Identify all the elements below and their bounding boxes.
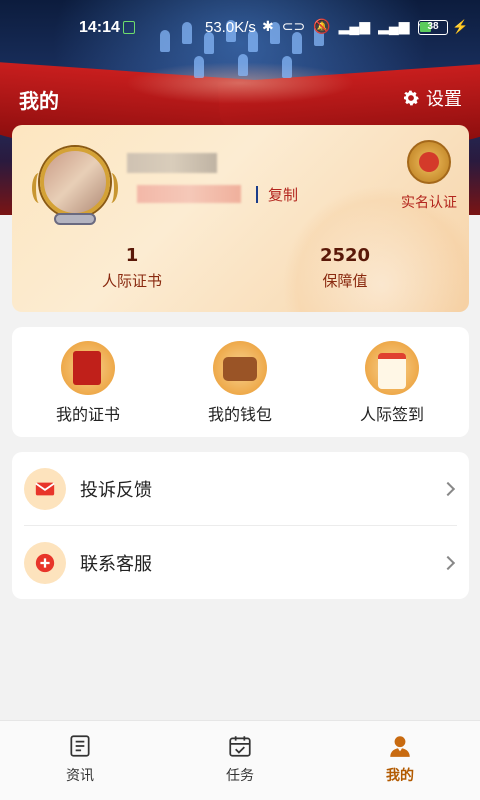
tab-label: 任务 xyxy=(226,768,254,784)
profile-icon xyxy=(390,736,410,757)
avatar[interactable] xyxy=(32,143,118,225)
verify-badge-icon xyxy=(407,140,451,184)
shortcut-label: 人际签到 xyxy=(359,405,424,424)
my-wallet-button[interactable]: 我的钱包 xyxy=(180,341,300,425)
calendar-checkin-icon xyxy=(365,341,419,395)
stat-guarantee[interactable]: 2520 保障值 xyxy=(280,245,410,291)
profile-card: 复制 实名认证 1 人际证书 2520 保障值 xyxy=(12,125,469,312)
wallet-icon xyxy=(213,341,267,395)
menu-item-contact-support[interactable]: 联系客服 xyxy=(12,526,469,599)
battery-icon: 38 xyxy=(418,20,448,35)
tab-label: 我的 xyxy=(386,768,414,784)
tab-tasks[interactable]: 任务 xyxy=(190,733,290,785)
task-calendar-icon xyxy=(229,736,251,757)
sim-icon xyxy=(123,21,135,34)
gear-icon xyxy=(404,90,419,106)
tab-news[interactable]: 资讯 xyxy=(30,733,130,785)
username-redacted xyxy=(127,153,217,173)
menu-item-feedback[interactable]: 投诉反馈 xyxy=(12,452,469,525)
shortcut-label: 我的证书 xyxy=(55,405,120,424)
mute-icon: 🔕 xyxy=(313,18,331,34)
bluetooth-icon: ✱ xyxy=(262,18,274,34)
plus-circle-icon xyxy=(24,541,66,584)
signal-2-icon: ▂▄▆ xyxy=(378,18,410,34)
signal-icon: ▂▄▆ xyxy=(338,18,371,34)
settings-label: 设置 xyxy=(426,89,462,110)
status-bar: 14:14 53.0K/s ✱ ⊂⊃ 🔕 ▂▄▆ ▂▄▆ ◠ 38 ⚡ xyxy=(0,0,480,56)
status-time: 14:14 xyxy=(79,19,120,36)
avatar-image xyxy=(40,147,110,217)
chevron-right-icon xyxy=(440,481,456,496)
checkin-button[interactable]: 人际签到 xyxy=(332,341,452,425)
toggle-icon: ⊂⊃ xyxy=(281,18,306,34)
user-id-redacted xyxy=(137,185,241,203)
settings-button[interactable]: 设置 xyxy=(401,85,462,111)
certificate-icon xyxy=(61,341,115,395)
bottom-nav: 资讯 任务 我的 xyxy=(0,720,480,800)
battery-level: 38 xyxy=(427,21,439,32)
menu-label: 联系客服 xyxy=(80,553,152,575)
tab-label: 资讯 xyxy=(66,768,94,784)
charging-icon: ⚡ xyxy=(452,19,469,34)
real-name-verify-button[interactable]: 实名认证 xyxy=(384,140,469,212)
status-icons: ✱ ⊂⊃ 🔕 ▂▄▆ ▂▄▆ ◠ xyxy=(262,18,430,35)
copy-button[interactable]: 复制 xyxy=(268,184,298,205)
stat-label: 人际证书 xyxy=(101,272,162,290)
verify-label: 实名认证 xyxy=(401,195,457,211)
my-certificates-button[interactable]: 我的证书 xyxy=(28,341,148,425)
stat-value: 1 xyxy=(125,245,139,266)
stat-value: 2520 xyxy=(319,245,371,266)
avatar-crest xyxy=(54,213,96,225)
page-title: 我的 xyxy=(19,89,59,113)
menu-label: 投诉反馈 xyxy=(80,479,152,501)
menu-card: 投诉反馈 联系客服 xyxy=(12,452,469,599)
stat-certificates[interactable]: 1 人际证书 xyxy=(67,245,197,291)
tab-mine[interactable]: 我的 xyxy=(350,733,450,785)
mail-icon xyxy=(24,467,66,510)
shortcut-label: 我的钱包 xyxy=(207,405,272,424)
network-speed: 53.0K/s xyxy=(205,19,256,36)
chevron-right-icon xyxy=(440,555,456,570)
shortcut-card: 我的证书 我的钱包 人际签到 xyxy=(12,327,469,437)
news-icon xyxy=(70,735,90,757)
id-divider xyxy=(256,186,258,203)
stat-label: 保障值 xyxy=(322,272,368,290)
